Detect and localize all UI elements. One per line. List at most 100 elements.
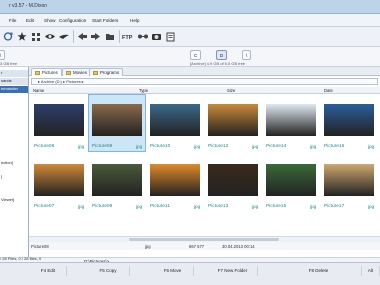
picture-preview [150, 104, 200, 136]
function-key-bar: / 28 Files, 0 / 28 files, 0 F4 Edit F5 C… [0, 256, 380, 285]
breadcrumb[interactable]: ▸ Archive (D:) ▸ Pictures ▸ [31, 78, 378, 85]
file-thumbnail[interactable]: Picture11 jpg [147, 155, 203, 211]
svg-text:FTP: FTP [122, 35, 133, 41]
right-drive-root-button[interactable]: \ [242, 50, 252, 60]
scrollbar-thumb[interactable] [129, 238, 279, 241]
file-extension: jpg [136, 204, 143, 209]
file-name: Picture13 [208, 204, 229, 209]
file-thumbnail[interactable]: Picture17 jpg [321, 155, 377, 211]
file-extension: jpg [310, 144, 317, 149]
menu-configuration[interactable]: Configuration [59, 18, 86, 23]
left-status: / 28 Files, 0 / 28 files, 0 [0, 256, 42, 261]
right-drive-d-button[interactable]: D [216, 50, 228, 60]
file-extension: jpg [78, 144, 85, 149]
grid-view-icon[interactable] [30, 30, 42, 43]
file-thumbnail[interactable]: Picture06 jpg [31, 95, 87, 151]
folder-icon [35, 70, 40, 75]
file-thumbnail[interactable]: Picture15 jpg [263, 155, 319, 211]
file-thumbnail[interactable]: Picture14 jpg [263, 95, 319, 151]
tab-pictures[interactable]: Pictures [31, 68, 62, 76]
file-extension: jpg [194, 144, 201, 149]
left-panel-row[interactable] [0, 237, 28, 244]
file-status-line: Picture08 jpg 867 577 30.04.2013 00:14 [29, 242, 380, 250]
picture-preview [208, 104, 258, 136]
file-thumbnail[interactable]: Picture16 jpg [321, 95, 377, 151]
picture-preview [324, 104, 374, 136]
picture-preview [208, 164, 258, 196]
file-extension: jpg [78, 204, 85, 209]
status-type: jpg [145, 244, 151, 249]
properties-icon[interactable] [165, 30, 177, 43]
column-name[interactable]: Name [33, 88, 44, 93]
tab-label: Programs [100, 70, 120, 75]
menu-edit[interactable]: Edit [26, 18, 34, 23]
right-file-panel: Pictures Movies Programs ▸ Archive (D:) … [29, 67, 380, 257]
folder-icon [66, 70, 71, 75]
left-panel-row[interactable]: sands [0, 78, 28, 85]
file-extension: jpg [136, 144, 143, 149]
left-file-panel[interactable]: r sands mmander ection] ] Viewer] [0, 67, 29, 257]
menu-file[interactable]: File [9, 18, 16, 23]
picture-preview [92, 164, 142, 196]
forward-arrow-icon[interactable] [90, 30, 102, 43]
file-thumbnail[interactable]: Picture10 jpg [147, 95, 203, 151]
tab-movies[interactable]: Movies [62, 68, 91, 76]
up-folder-icon[interactable] [104, 30, 116, 43]
file-name: Picture16 [324, 144, 345, 149]
refresh-icon[interactable] [2, 30, 14, 43]
column-size[interactable]: Size [227, 88, 235, 93]
file-thumbnail[interactable]: Picture09 jpg [89, 155, 145, 211]
file-name: Picture09 [92, 204, 113, 209]
left-panel-row[interactable]: mmander [0, 86, 28, 93]
star-icon[interactable] [16, 30, 28, 43]
file-name: Picture12 [208, 144, 229, 149]
camera-icon[interactable] [151, 30, 163, 43]
f8-delete-button[interactable]: F8 Delete [258, 266, 362, 276]
f5-copy-button[interactable]: F5 Copy [67, 266, 130, 276]
alt-button[interactable]: Alt [362, 266, 380, 276]
file-thumbnail[interactable]: Picture07 jpg [31, 155, 87, 211]
file-extension: jpg [310, 204, 317, 209]
file-name: Picture10 [150, 144, 171, 149]
left-panel-row[interactable] [0, 217, 28, 224]
menu-bar: File Edit Show Configuration Start Folde… [0, 14, 380, 27]
left-panel-row[interactable]: Viewer] [0, 197, 28, 204]
left-panel-row[interactable]: ] [0, 174, 28, 181]
left-drive-button[interactable]: \ [0, 50, 6, 60]
tab-label: Movies [73, 70, 87, 75]
file-thumbnail[interactable]: Picture12 jpg [205, 95, 261, 151]
file-name: Picture08 [92, 144, 113, 149]
left-drive-info: 3 GB free [0, 61, 18, 66]
tab-programs[interactable]: Programs [89, 68, 124, 76]
ftp-icon[interactable]: FTP [122, 30, 134, 43]
picture-preview [34, 164, 84, 196]
tab-label: Pictures [42, 70, 58, 75]
menu-start-folders[interactable]: Start Folders [92, 18, 118, 23]
menu-show[interactable]: Show [44, 18, 56, 23]
file-name: Picture11 [150, 204, 170, 209]
menu-help[interactable]: Help [130, 18, 139, 23]
file-thumbnail[interactable]: Picture08 jpg [88, 94, 146, 152]
eye-icon[interactable] [44, 30, 56, 43]
status-size: 867 577 [189, 244, 205, 249]
left-panel-row[interactable]: r [0, 70, 28, 77]
right-drive-d-label: D [220, 53, 224, 58]
column-date[interactable]: Date [324, 88, 333, 93]
left-panel-row[interactable] [0, 227, 28, 234]
f7-new-folder-button[interactable]: F7 New Folder [194, 266, 258, 276]
network-icon[interactable] [137, 30, 149, 43]
column-type[interactable]: Type [139, 88, 148, 93]
file-extension: jpg [252, 204, 259, 209]
left-panel-row[interactable]: ection] [0, 160, 28, 167]
picture-preview [266, 104, 316, 136]
right-drive-c-label: C [194, 53, 198, 58]
f4-edit-button[interactable]: F4 Edit [0, 266, 67, 276]
f6-move-button[interactable]: F6 Move [130, 266, 194, 276]
left-panel-row[interactable] [0, 114, 28, 121]
right-drive-c-button[interactable]: C [190, 50, 202, 60]
back-arrow-icon[interactable] [76, 30, 88, 43]
left-panel-row[interactable] [0, 94, 28, 101]
file-thumbnail[interactable]: Picture13 jpg [205, 155, 261, 211]
file-name: Picture06 [34, 144, 55, 149]
bird-icon[interactable] [58, 30, 70, 43]
